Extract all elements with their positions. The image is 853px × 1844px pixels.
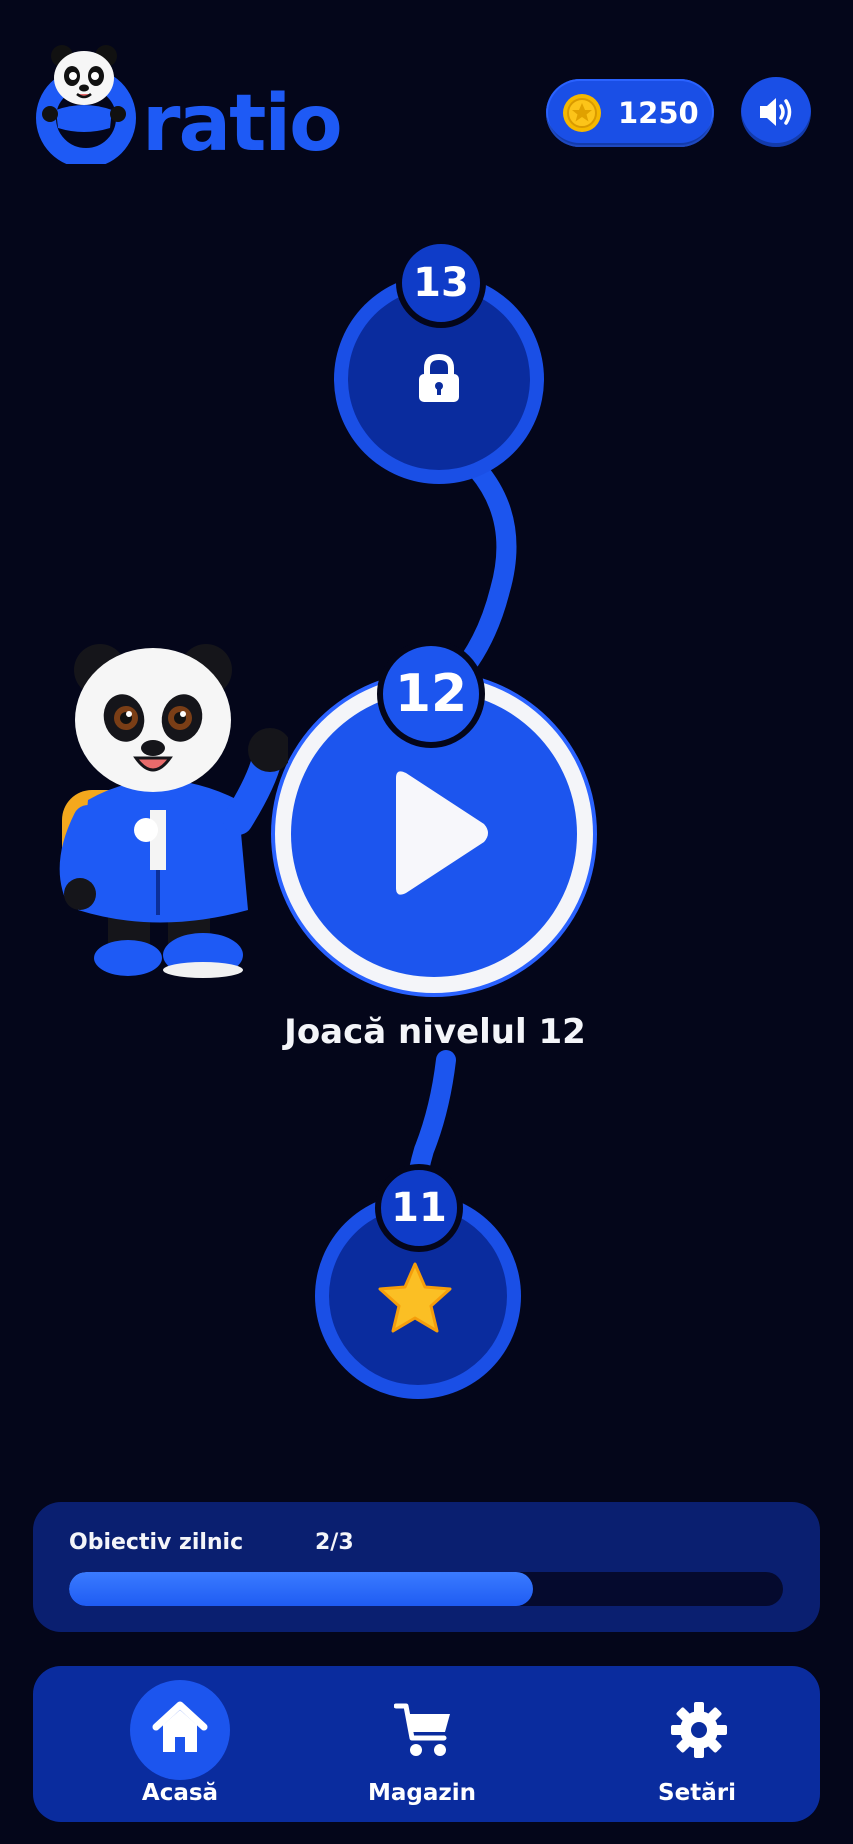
level-13-number: 13: [396, 238, 486, 328]
nav-item-shop[interactable]: Magazin: [322, 1666, 522, 1822]
daily-goal-progress-fill: [69, 1572, 534, 1606]
star-icon: [378, 1262, 452, 1333]
play-level-caption: Joacă nivelul 12: [284, 1012, 586, 1052]
nav-shop-label: Magazin: [367, 1780, 477, 1806]
daily-goal-progress-text: 2/3: [315, 1530, 354, 1555]
nav-home-label: Acasă: [141, 1780, 219, 1806]
shopping-cart-icon: [394, 1703, 450, 1756]
panda-mascot-illustration: [59, 644, 288, 978]
lock-icon: [419, 354, 459, 402]
play-icon: [396, 771, 488, 895]
nav-item-home[interactable]: Acasă: [80, 1666, 280, 1822]
game-screen: ratio 1250 13 12 Joacă nivelul 12 11 Obi…: [0, 0, 853, 1844]
home-icon: [152, 1701, 208, 1752]
nav-home-highlight: [130, 1680, 230, 1780]
daily-goal-card: Obiectiv zilnic 2/3: [33, 1502, 820, 1632]
nav-shop-icon-wrap: [372, 1680, 472, 1780]
level-12-number: 12: [377, 640, 485, 748]
daily-goal-label: Obiectiv zilnic: [69, 1530, 244, 1555]
daily-goal-progress-track: [69, 1572, 783, 1606]
gear-icon: [671, 1702, 727, 1758]
nav-settings-label: Setări: [658, 1780, 736, 1806]
bottom-navigation: Acasă Magazin Setări: [33, 1666, 820, 1822]
nav-settings-icon-wrap: [647, 1680, 747, 1780]
level-11-number: 11: [375, 1164, 463, 1252]
nav-item-settings[interactable]: Setări: [597, 1666, 797, 1822]
